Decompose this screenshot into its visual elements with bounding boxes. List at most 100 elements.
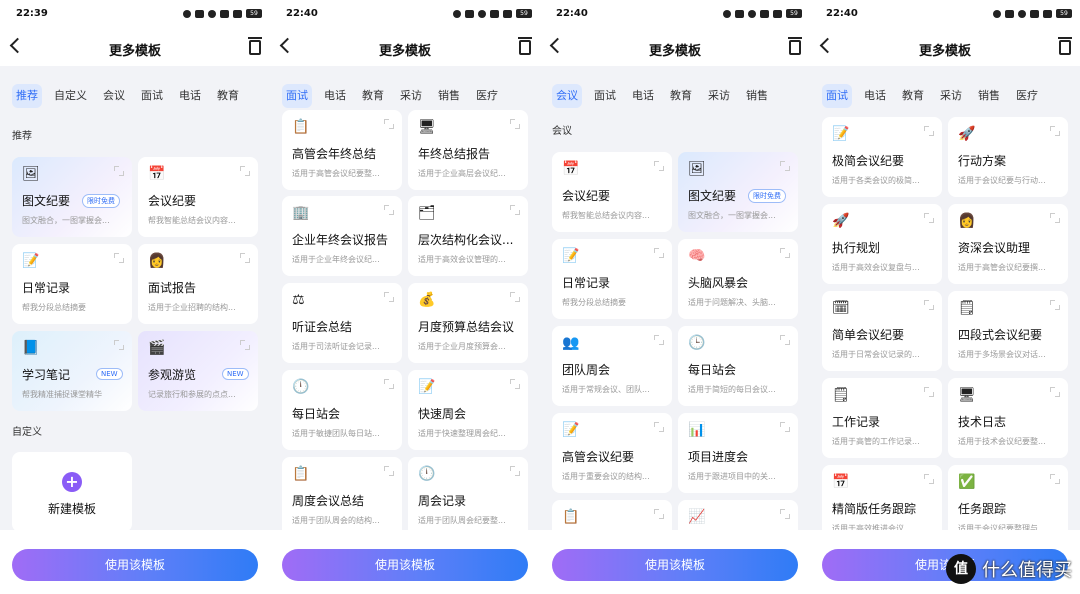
tab-sales[interactable]: 销售	[974, 84, 1004, 108]
template-card[interactable]: 🎬 参观游览 NEW 记录旅行和参展的点点...	[138, 331, 258, 411]
trash-icon[interactable]	[1058, 37, 1072, 55]
watermark-text: 什么值得买	[982, 560, 1072, 581]
battery-icon: 59	[786, 9, 802, 18]
expand-icon	[510, 379, 520, 389]
tab-phone[interactable]: 电话	[860, 84, 890, 108]
tab-recommend[interactable]: 推荐	[12, 84, 42, 108]
template-card[interactable]: 🚀 执行规划 适用于高效会议复盘与...	[822, 204, 942, 284]
template-card[interactable]: ⚖ 听证会总结 适用于司法听证会记录...	[282, 283, 402, 363]
use-template-button[interactable]: 使用该模板	[12, 549, 258, 581]
expand-icon	[924, 213, 934, 223]
template-card[interactable]: 🗒 工作记录 适用于高管的工作记录...	[822, 378, 942, 458]
template-card[interactable]: 🕛 周会记录 适用于团队周会纪要整...	[408, 457, 528, 537]
template-card[interactable]: 🖥 技术日志 适用于技术会议纪要整...	[948, 378, 1068, 458]
template-card[interactable]: 📝 快速周会 适用于快速整理周会纪...	[408, 370, 528, 450]
template-card[interactable]: 📝 高管会议纪要 适用于重要会议的结构...	[552, 413, 672, 493]
template-card[interactable]: 🗂 层次结构化会议... 适用于高效会议管理的...	[408, 196, 528, 276]
expand-icon	[654, 422, 664, 432]
template-card[interactable]: 🖼 图文纪要 限时免费 图文融合，一图掌握会...	[678, 152, 798, 232]
card-desc: 适用于企业招聘的结构...	[148, 303, 236, 312]
tab-interview[interactable]: 面试	[282, 84, 312, 108]
template-card[interactable]: 👩 面试报告 适用于企业招聘的结构...	[138, 244, 258, 324]
tab-interview[interactable]: 面试	[137, 84, 167, 108]
tab-custom[interactable]: 自定义	[50, 84, 91, 108]
trash-icon[interactable]	[248, 37, 262, 55]
template-card[interactable]: 👥 团队周会 适用于常规会议、团队...	[552, 326, 672, 406]
tab-interview[interactable]: 面试	[822, 84, 852, 108]
location-icon	[478, 9, 486, 18]
status-icons: 59	[183, 9, 262, 18]
template-card[interactable]: 📘 学习笔记 NEW 帮我精准捕捉课堂精华	[12, 331, 132, 411]
use-template-button[interactable]: 使用该模板	[282, 549, 528, 581]
template-card[interactable]: 💰 月度预算总结会议 适用于企业月度预算会...	[408, 283, 528, 363]
tab-sales[interactable]: 销售	[434, 84, 464, 108]
new-template-label: 新建模板	[47, 502, 96, 516]
tab-interview-report[interactable]: 采访	[936, 84, 966, 108]
tab-meeting[interactable]: 会议	[552, 84, 582, 108]
card-desc: 帮我智能总结会议内容...	[562, 211, 650, 220]
tab-phone[interactable]: 电话	[628, 84, 658, 108]
new-template-card[interactable]: + 新建模板	[12, 452, 132, 532]
card-title: 高管会议纪要	[562, 450, 635, 464]
template-card[interactable]: 📝 日常记录 帮我分段总结摘要	[552, 239, 672, 319]
template-card[interactable]: 📅 会议纪要 帮我智能总结会议内容...	[552, 152, 672, 232]
tab-meeting[interactable]: 会议	[99, 84, 129, 108]
tab-medical[interactable]: 医疗	[1012, 84, 1042, 108]
template-card[interactable]: 🕛 每日站会 适用于敏捷团队每日站...	[282, 370, 402, 450]
template-card[interactable]: 🧠 头脑风暴会 适用于问题解决、头脑...	[678, 239, 798, 319]
card-title: 层次结构化会议...	[418, 233, 514, 247]
card-desc: 适用于高管会议纪要整...	[292, 169, 380, 178]
expand-icon	[384, 466, 394, 476]
battery-icon: 59	[1056, 9, 1072, 18]
card-title: 会议纪要	[562, 189, 611, 203]
tab-education[interactable]: 教育	[358, 84, 388, 108]
card-title: 头脑风暴会	[688, 276, 749, 290]
book-icon: 📘	[22, 340, 40, 356]
tab-interview[interactable]: 面试	[590, 84, 620, 108]
template-card[interactable]: 📋 周度会议总结 适用于团队周会的结构...	[282, 457, 402, 537]
calendar-icon: 📅	[562, 161, 580, 177]
tab-interview-report[interactable]: 采访	[396, 84, 426, 108]
status-time: 22:40	[556, 8, 588, 19]
status-time: 22:40	[286, 8, 318, 19]
expand-icon	[384, 379, 394, 389]
image-doc-icon: 🖼	[688, 161, 706, 177]
tab-sales[interactable]: 销售	[742, 84, 772, 108]
template-card[interactable]: 📝 极简会议纪要 适用于各类会议的极简...	[822, 117, 942, 197]
tab-education[interactable]: 教育	[666, 84, 696, 108]
expand-icon	[384, 205, 394, 215]
clipboard-icon: 📋	[562, 509, 580, 525]
card-desc: 适用于高效会议复盘与...	[832, 263, 920, 272]
nav-bar: 更多模板	[810, 30, 1080, 66]
template-card[interactable]: 🖼 图文纪要 限时免费 图文融合，一图掌握会...	[12, 157, 132, 237]
template-card[interactable]: 📊 项目进度会 适用于跟进项目中的关...	[678, 413, 798, 493]
tab-phone[interactable]: 电话	[320, 84, 350, 108]
template-card[interactable]: 🚀 行动方案 适用于会议纪要与行动...	[948, 117, 1068, 197]
trash-icon[interactable]	[518, 37, 532, 55]
card-title: 每日站会	[688, 363, 737, 377]
bluetooth-icon	[735, 9, 744, 18]
tab-education[interactable]: 教育	[898, 84, 928, 108]
template-card[interactable]: 🗒 四段式会议纪要 适用于多场景会议对话...	[948, 291, 1068, 371]
trash-icon[interactable]	[788, 37, 802, 55]
template-card[interactable]: 📝 日常记录 帮我分段总结摘要	[12, 244, 132, 324]
use-template-button[interactable]: 使用该模板	[552, 549, 798, 581]
nav-bar: 更多模板	[0, 30, 270, 66]
template-card[interactable]: 🏢 企业年终会议报告 适用于企业年终会议纪...	[282, 196, 402, 276]
status-icons: 59	[993, 9, 1072, 18]
template-card[interactable]: 🕒 每日站会 适用于简短的每日会议...	[678, 326, 798, 406]
card-desc: 适用于多场景会议对话...	[958, 350, 1046, 359]
expand-icon	[654, 509, 664, 519]
template-card[interactable]: 🗓 简单会议纪要 适用于日常会议记录的...	[822, 291, 942, 371]
tab-medical[interactable]: 医疗	[472, 84, 502, 108]
clipboard-icon: 📋	[292, 466, 310, 482]
rocket-icon: 🚀	[958, 126, 976, 142]
template-card[interactable]: 📋 高管会年终总结 适用于高管会议纪要整...	[282, 110, 402, 190]
status-bar: 22:40 59	[540, 0, 810, 30]
tab-education[interactable]: 教育	[213, 84, 243, 108]
template-card[interactable]: 🖥 年终总结报告 适用于企业高层会议纪...	[408, 110, 528, 190]
template-card[interactable]: 👩 资深会议助理 适用于高管会议纪要撰...	[948, 204, 1068, 284]
tab-interview-report[interactable]: 采访	[704, 84, 734, 108]
tab-phone[interactable]: 电话	[175, 84, 205, 108]
template-card[interactable]: 📅 会议纪要 帮我智能总结会议内容...	[138, 157, 258, 237]
